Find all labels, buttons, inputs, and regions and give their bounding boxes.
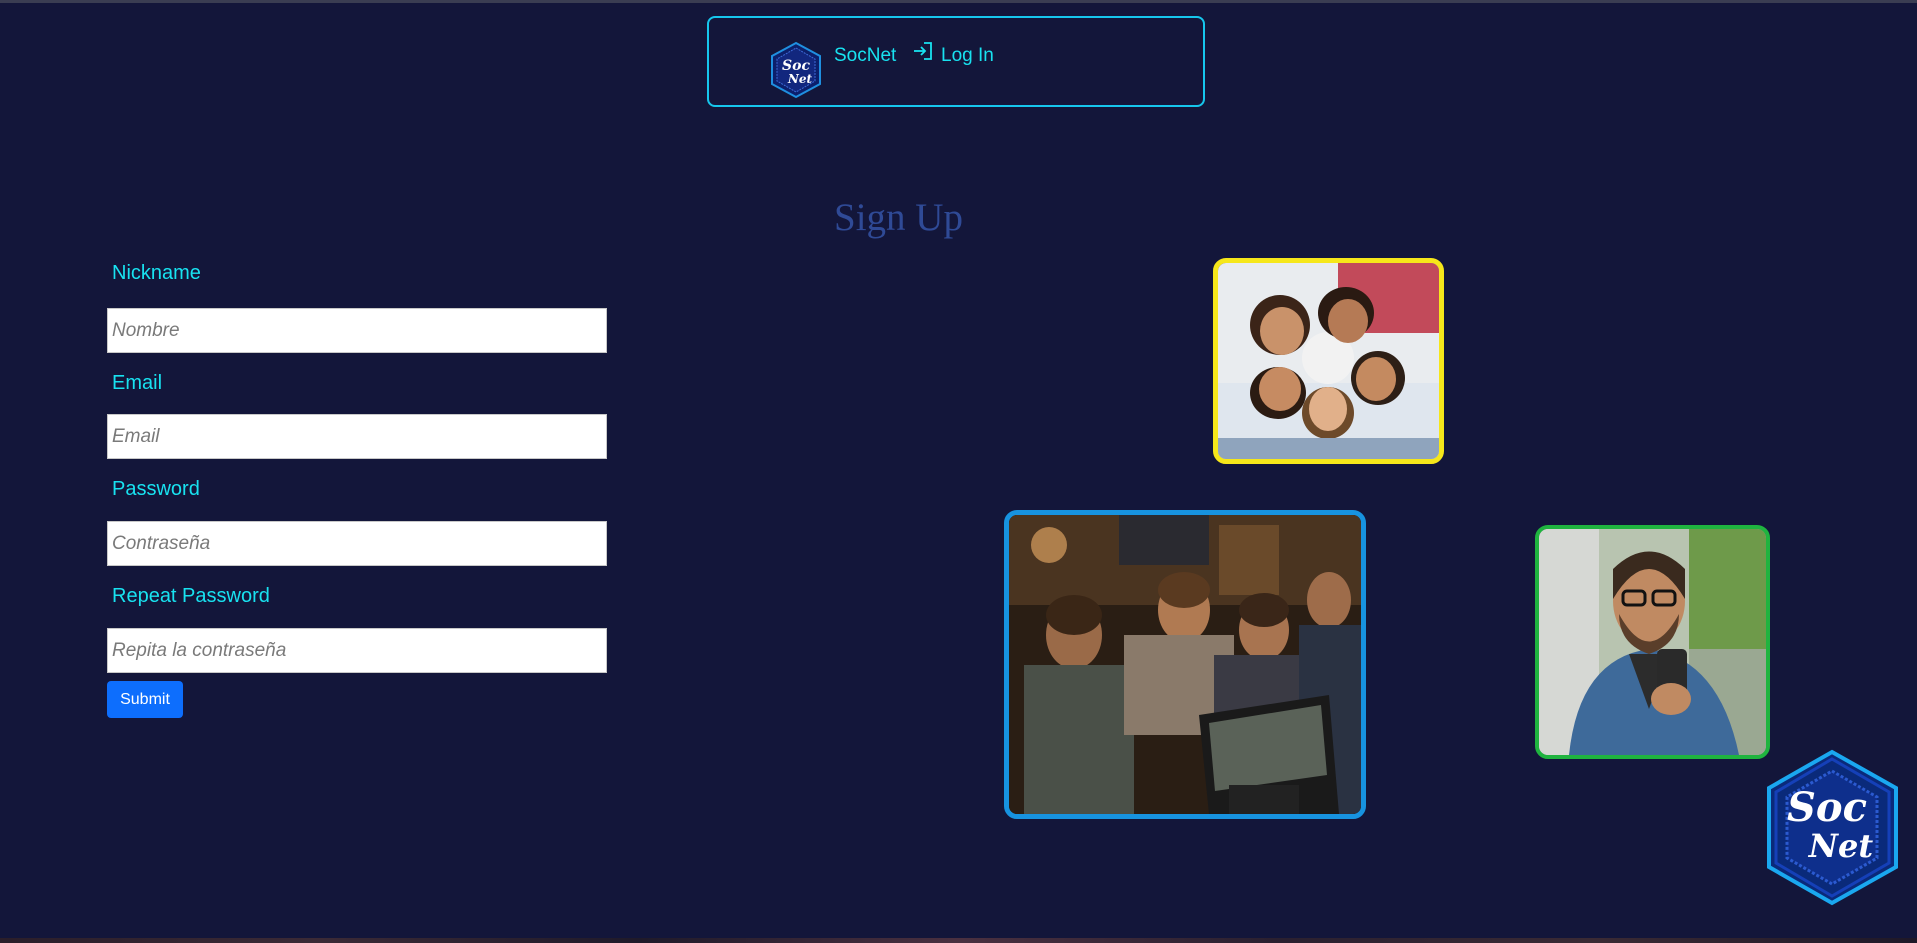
svg-text:Soc: Soc — [1787, 784, 1867, 831]
password-label: Password — [112, 478, 200, 500]
man-with-phone-photo — [1535, 525, 1770, 759]
group-selfie-photo — [1213, 258, 1444, 464]
page-title: Sign Up — [834, 196, 963, 239]
nickname-input[interactable] — [107, 308, 607, 353]
login-icon — [914, 42, 932, 60]
svg-text:Net: Net — [1808, 827, 1874, 865]
email-label: Email — [112, 372, 163, 394]
submit-button[interactable]: Submit — [107, 681, 183, 718]
login-link[interactable]: Log In — [912, 40, 994, 66]
friends-at-computer-photo — [1004, 510, 1366, 819]
login-label: Log In — [941, 45, 994, 66]
signup-page: Soc Net SocNet Log In Sign Up Nickname E… — [0, 3, 1917, 938]
password-input[interactable] — [107, 521, 607, 566]
repeat-password-input[interactable] — [107, 628, 607, 673]
nickname-label: Nickname — [112, 262, 201, 284]
email-input[interactable] — [107, 414, 607, 459]
socnet-corner-logo-icon: Soc Net — [1767, 749, 1898, 906]
repeat-password-label: Repeat Password — [112, 585, 270, 607]
bottom-strip — [0, 938, 1917, 943]
brand-link[interactable]: SocNet — [834, 45, 896, 67]
socnet-logo-icon[interactable]: Soc Net — [769, 41, 823, 99]
navbar: Soc Net SocNet Log In — [707, 16, 1205, 107]
svg-text:Net: Net — [787, 72, 813, 86]
